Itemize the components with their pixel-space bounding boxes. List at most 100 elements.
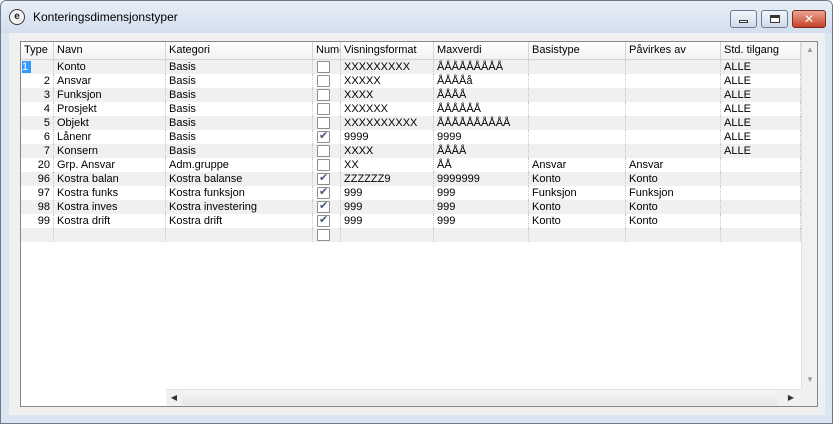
cell-basistype[interactable]	[529, 60, 626, 74]
numeric-checkbox[interactable]	[317, 117, 330, 129]
cell-numerisk[interactable]	[313, 228, 341, 242]
cell-numerisk[interactable]	[313, 144, 341, 158]
cell-type[interactable]	[21, 228, 54, 242]
table-row[interactable]: 96Kostra balanKostra balanse ZZZZZZ999999…	[21, 172, 801, 186]
column-header-numerisk[interactable]: Nume	[313, 42, 341, 59]
cell-kategori[interactable]	[166, 228, 313, 242]
cell-kategori[interactable]: Basis	[166, 144, 313, 158]
cell-basistype[interactable]: Ansvar	[529, 158, 626, 172]
column-header-visningsformat[interactable]: Visningsformat	[341, 42, 434, 59]
vertical-scrollbar[interactable]: ▲ ▼	[801, 42, 817, 389]
cell-std-tilgang[interactable]: ALLE	[721, 88, 801, 102]
cell-visningsformat[interactable]: XXXXXXXXXX	[341, 116, 434, 130]
table-row[interactable]: 99Kostra driftKostra drift999999KontoKon…	[21, 214, 801, 228]
numeric-checkbox[interactable]	[317, 229, 330, 241]
cell-std-tilgang[interactable]	[721, 158, 801, 172]
cell-type[interactable]: 99	[21, 214, 54, 228]
cell-basistype[interactable]: Funksjon	[529, 186, 626, 200]
cell-maxverdi[interactable]: 999	[434, 186, 529, 200]
cell-maxverdi[interactable]: ÅÅ	[434, 158, 529, 172]
cell-std-tilgang[interactable]	[721, 214, 801, 228]
cell-std-tilgang[interactable]: ALLE	[721, 74, 801, 88]
cell-maxverdi[interactable]: ÅÅÅÅå	[434, 74, 529, 88]
cell-maxverdi[interactable]: 999	[434, 214, 529, 228]
cell-pavirkes-av[interactable]	[626, 130, 721, 144]
numeric-checkbox[interactable]	[317, 159, 330, 171]
cell-visningsformat[interactable]: XXXXXX	[341, 102, 434, 116]
table-row[interactable]: 97Kostra funksKostra funksjon999999Funks…	[21, 186, 801, 200]
numeric-checkbox[interactable]	[317, 103, 330, 115]
cell-std-tilgang[interactable]	[721, 186, 801, 200]
cell-basistype[interactable]	[529, 144, 626, 158]
cell-navn[interactable]: Konto	[54, 60, 166, 74]
cell-pavirkes-av[interactable]	[626, 144, 721, 158]
scroll-up-icon[interactable]: ▲	[802, 42, 817, 58]
cell-visningsformat[interactable]: 999	[341, 200, 434, 214]
column-header-maxverdi[interactable]: Maxverdi	[434, 42, 529, 59]
cell-numerisk[interactable]	[313, 102, 341, 116]
cell-maxverdi[interactable]: ÅÅÅÅÅÅ	[434, 102, 529, 116]
column-header-pavirkes-av[interactable]: Påvirkes av	[626, 42, 721, 59]
numeric-checkbox[interactable]	[317, 61, 330, 73]
cell-kategori[interactable]: Basis	[166, 102, 313, 116]
cell-kategori[interactable]: Basis	[166, 88, 313, 102]
cell-maxverdi[interactable]: 999	[434, 200, 529, 214]
cell-navn[interactable]: Kostra balan	[54, 172, 166, 186]
cell-navn[interactable]: Objekt	[54, 116, 166, 130]
cell-kategori[interactable]: Kostra drift	[166, 214, 313, 228]
cell-type[interactable]: 97	[21, 186, 54, 200]
cell-std-tilgang[interactable]: ALLE	[721, 144, 801, 158]
cell-basistype[interactable]	[529, 130, 626, 144]
cell-visningsformat[interactable]	[341, 228, 434, 242]
cell-pavirkes-av[interactable]	[626, 102, 721, 116]
cell-kategori[interactable]: Kostra funksjon	[166, 186, 313, 200]
cell-kategori[interactable]: Basis	[166, 74, 313, 88]
cell-type[interactable]: 5	[21, 116, 54, 130]
table-row[interactable]: 2 Ansvar Basis XXXXX ÅÅÅÅå ALLE	[21, 74, 801, 88]
dimension-type-grid[interactable]: TypeNavnKategoriNumeVisningsformatMaxver…	[20, 41, 818, 407]
cell-numerisk[interactable]	[313, 116, 341, 130]
cell-pavirkes-av[interactable]	[626, 88, 721, 102]
cell-numerisk[interactable]	[313, 200, 341, 214]
cell-basistype[interactable]	[529, 102, 626, 116]
cell-kategori[interactable]: Basis	[166, 60, 313, 74]
cell-type[interactable]: 2	[21, 74, 54, 88]
cell-maxverdi[interactable]: 9999999	[434, 172, 529, 186]
numeric-checkbox[interactable]	[317, 130, 330, 143]
cell-numerisk[interactable]	[313, 130, 341, 144]
minimize-button[interactable]	[730, 10, 757, 28]
cell-std-tilgang[interactable]	[721, 172, 801, 186]
cell-kategori[interactable]: Kostra investering	[166, 200, 313, 214]
cell-numerisk[interactable]	[313, 158, 341, 172]
cell-navn[interactable]: Kostra inves	[54, 200, 166, 214]
cell-pavirkes-av[interactable]	[626, 60, 721, 74]
column-header-navn[interactable]: Navn	[54, 42, 166, 59]
cell-pavirkes-av[interactable]	[626, 228, 721, 242]
column-header-type[interactable]: Type	[21, 42, 54, 59]
cell-basistype[interactable]	[529, 116, 626, 130]
cell-visningsformat[interactable]: XXXXX	[341, 74, 434, 88]
numeric-checkbox[interactable]	[317, 75, 330, 87]
cell-numerisk[interactable]	[313, 74, 341, 88]
table-row[interactable]: 7 Konsern Basis XXXX ÅÅÅÅ ALLE	[21, 144, 801, 158]
cell-visningsformat[interactable]: ZZZZZZ9	[341, 172, 434, 186]
cell-numerisk[interactable]	[313, 186, 341, 200]
table-row[interactable]	[21, 228, 801, 242]
cell-visningsformat[interactable]: XXXXXXXXX	[341, 60, 434, 74]
table-row[interactable]: 3 Funksjon Basis XXXX ÅÅÅÅ ALLE	[21, 88, 801, 102]
scroll-down-icon[interactable]: ▼	[802, 372, 817, 388]
table-row[interactable]: 4 Prosjekt Basis XXXXXX ÅÅÅÅÅÅ ALLE	[21, 102, 801, 116]
cell-std-tilgang[interactable]: ALLE	[721, 60, 801, 74]
cell-navn[interactable]: Kostra drift	[54, 214, 166, 228]
horizontal-scrollbar[interactable]: ◀ ▶	[166, 389, 801, 406]
cell-basistype[interactable]	[529, 228, 626, 242]
cell-maxverdi[interactable]	[434, 228, 529, 242]
cell-type[interactable]: 6	[21, 130, 54, 144]
cell-std-tilgang[interactable]: ALLE	[721, 130, 801, 144]
column-header-basistype[interactable]: Basistype	[529, 42, 626, 59]
column-header-std-tilgang[interactable]: Std. tilgang	[721, 42, 801, 59]
numeric-checkbox[interactable]	[317, 145, 330, 157]
cell-kategori[interactable]: Kostra balanse	[166, 172, 313, 186]
cell-numerisk[interactable]	[313, 172, 341, 186]
cell-navn[interactable]: Kostra funks	[54, 186, 166, 200]
